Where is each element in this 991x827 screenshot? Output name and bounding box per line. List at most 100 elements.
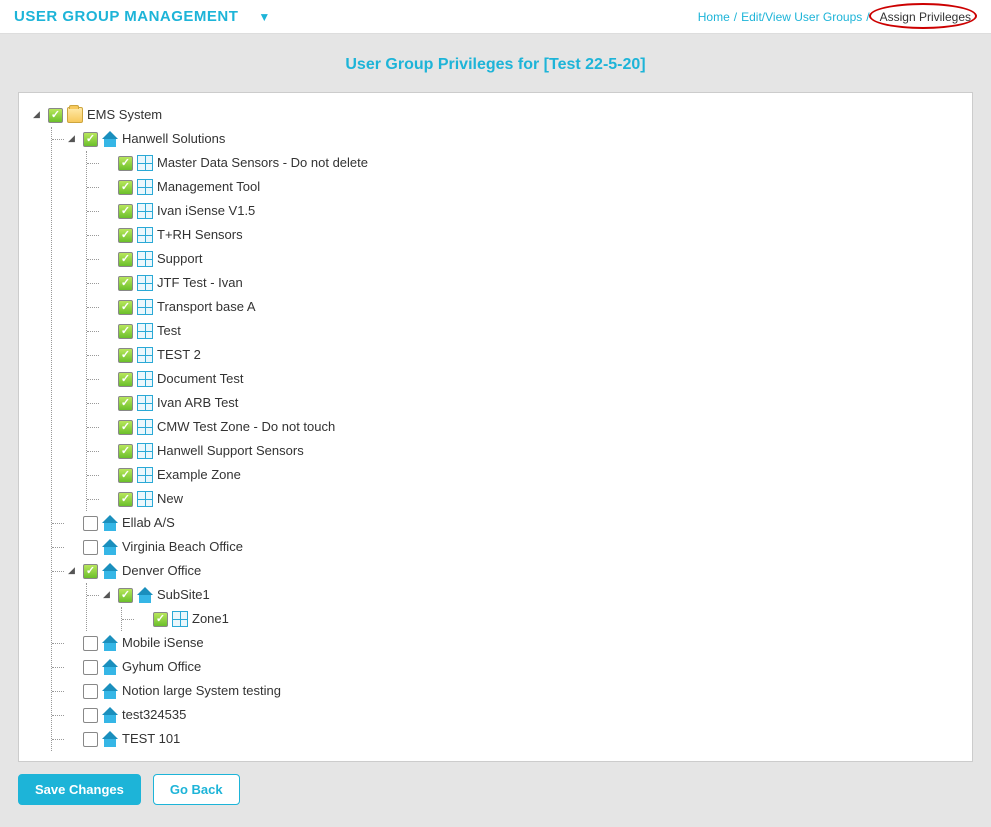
grid-icon bbox=[137, 443, 153, 459]
breadcrumb-assign-privileges[interactable]: Assign Privileges bbox=[874, 9, 977, 25]
breadcrumb-separator: / bbox=[866, 10, 869, 24]
tree-node-label[interactable]: Ellab A/S bbox=[122, 511, 175, 535]
checkbox[interactable] bbox=[83, 660, 98, 675]
tree-node-label[interactable]: SubSite1 bbox=[157, 583, 210, 607]
breadcrumb-home[interactable]: Home bbox=[698, 10, 730, 24]
checkbox[interactable] bbox=[83, 684, 98, 699]
tree-panel: ◢ EMS System ◢ Hanwell Solutions bbox=[18, 92, 973, 762]
grid-icon bbox=[137, 491, 153, 507]
tree-node-label[interactable]: Zone1 bbox=[192, 607, 229, 631]
tree-node-label[interactable]: Transport base A bbox=[157, 295, 256, 319]
house-icon bbox=[102, 131, 118, 147]
house-icon bbox=[137, 587, 153, 603]
tree-node-label[interactable]: Virginia Beach Office bbox=[122, 535, 243, 559]
tree-node-label[interactable]: Ivan ARB Test bbox=[157, 391, 238, 415]
checkbox[interactable] bbox=[83, 132, 98, 147]
page-title: USER GROUP MANAGEMENT bbox=[14, 8, 238, 25]
house-icon bbox=[102, 731, 118, 747]
breadcrumb-edit-view[interactable]: Edit/View User Groups bbox=[741, 10, 862, 24]
tree-node-label[interactable]: Document Test bbox=[157, 367, 243, 391]
expand-toggle[interactable]: ◢ bbox=[101, 590, 112, 601]
checkbox[interactable] bbox=[83, 540, 98, 555]
grid-icon bbox=[172, 611, 188, 627]
tree-node-label[interactable]: JTF Test - Ivan bbox=[157, 271, 243, 295]
checkbox[interactable] bbox=[118, 372, 133, 387]
tree-node-label[interactable]: EMS System bbox=[87, 103, 162, 127]
save-button[interactable]: Save Changes bbox=[18, 774, 141, 805]
checkbox[interactable] bbox=[83, 516, 98, 531]
tree-node-label[interactable]: T+RH Sensors bbox=[157, 223, 243, 247]
checkbox[interactable] bbox=[83, 732, 98, 747]
checkbox[interactable] bbox=[118, 420, 133, 435]
grid-icon bbox=[137, 155, 153, 171]
tree-node-label[interactable]: CMW Test Zone - Do not touch bbox=[157, 415, 335, 439]
tree-node-label[interactable]: Notion large System testing bbox=[122, 679, 281, 703]
grid-icon bbox=[137, 347, 153, 363]
title-dropdown-icon[interactable]: ▼ bbox=[258, 10, 270, 24]
checkbox[interactable] bbox=[118, 180, 133, 195]
tree-node-label[interactable]: Hanwell Solutions bbox=[122, 127, 225, 151]
tree-node-label[interactable]: Denver Office bbox=[122, 559, 201, 583]
grid-icon bbox=[137, 275, 153, 291]
breadcrumb-separator: / bbox=[734, 10, 737, 24]
grid-icon bbox=[137, 419, 153, 435]
go-back-button[interactable]: Go Back bbox=[153, 774, 240, 805]
checkbox[interactable] bbox=[118, 348, 133, 363]
checkbox[interactable] bbox=[118, 276, 133, 291]
folder-icon bbox=[67, 107, 83, 123]
tree-node-label[interactable]: test324535 bbox=[122, 703, 186, 727]
house-icon bbox=[102, 635, 118, 651]
house-icon bbox=[102, 539, 118, 555]
checkbox[interactable] bbox=[153, 612, 168, 627]
tree-node-label[interactable]: Master Data Sensors - Do not delete bbox=[157, 151, 368, 175]
tree-node-label[interactable]: Support bbox=[157, 247, 203, 271]
grid-icon bbox=[137, 323, 153, 339]
grid-icon bbox=[137, 179, 153, 195]
checkbox[interactable] bbox=[118, 468, 133, 483]
house-icon bbox=[102, 683, 118, 699]
checkbox[interactable] bbox=[118, 324, 133, 339]
expand-toggle[interactable]: ◢ bbox=[31, 110, 42, 121]
house-icon bbox=[102, 515, 118, 531]
tree-node-label[interactable]: Management Tool bbox=[157, 175, 260, 199]
checkbox[interactable] bbox=[83, 564, 98, 579]
grid-icon bbox=[137, 251, 153, 267]
subtitle: User Group Privileges for [Test 22-5-20] bbox=[4, 34, 987, 92]
checkbox[interactable] bbox=[83, 708, 98, 723]
checkbox[interactable] bbox=[118, 444, 133, 459]
tree-node-label[interactable]: New bbox=[157, 487, 183, 511]
tree-node-label[interactable]: Gyhum Office bbox=[122, 655, 201, 679]
checkbox[interactable] bbox=[118, 252, 133, 267]
checkbox[interactable] bbox=[118, 396, 133, 411]
breadcrumb: Home / Edit/View User Groups / Assign Pr… bbox=[698, 9, 977, 25]
grid-icon bbox=[137, 203, 153, 219]
tree-node-label[interactable]: Hanwell Support Sensors bbox=[157, 439, 304, 463]
house-icon bbox=[102, 659, 118, 675]
checkbox[interactable] bbox=[83, 636, 98, 651]
grid-icon bbox=[137, 371, 153, 387]
tree-node-label[interactable]: TEST 2 bbox=[157, 343, 201, 367]
checkbox[interactable] bbox=[118, 204, 133, 219]
button-row: Save Changes Go Back bbox=[4, 762, 987, 817]
checkbox[interactable] bbox=[48, 108, 63, 123]
tree-node-label[interactable]: Ivan iSense V1.5 bbox=[157, 199, 255, 223]
house-icon bbox=[102, 707, 118, 723]
expand-toggle[interactable]: ◢ bbox=[66, 134, 77, 145]
header-bar: USER GROUP MANAGEMENT ▼ Home / Edit/View… bbox=[0, 0, 991, 34]
grid-icon bbox=[137, 227, 153, 243]
house-icon bbox=[102, 563, 118, 579]
tree-node-label[interactable]: Example Zone bbox=[157, 463, 241, 487]
grid-icon bbox=[137, 395, 153, 411]
checkbox[interactable] bbox=[118, 228, 133, 243]
checkbox[interactable] bbox=[118, 492, 133, 507]
checkbox[interactable] bbox=[118, 588, 133, 603]
grid-icon bbox=[137, 467, 153, 483]
privilege-tree: ◢ EMS System ◢ Hanwell Solutions bbox=[31, 103, 960, 751]
tree-node-label[interactable]: Mobile iSense bbox=[122, 631, 204, 655]
checkbox[interactable] bbox=[118, 156, 133, 171]
tree-node-label[interactable]: TEST 101 bbox=[122, 727, 180, 751]
checkbox[interactable] bbox=[118, 300, 133, 315]
expand-toggle[interactable]: ◢ bbox=[66, 566, 77, 577]
grid-icon bbox=[137, 299, 153, 315]
tree-node-label[interactable]: Test bbox=[157, 319, 181, 343]
